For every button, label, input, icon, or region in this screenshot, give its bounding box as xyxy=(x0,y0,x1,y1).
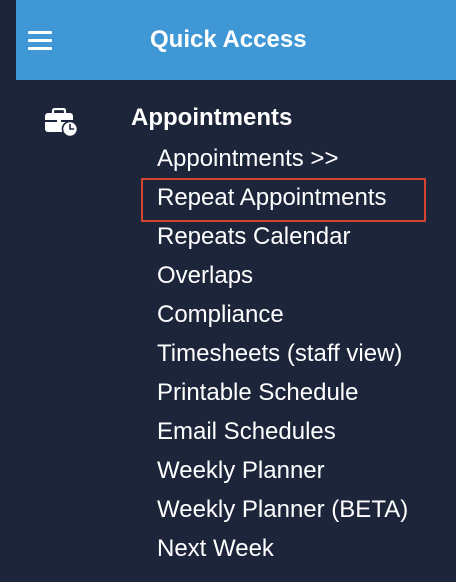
menu-item-printable-schedule[interactable]: Printable Schedule xyxy=(157,378,408,417)
menu-item-overlaps[interactable]: Overlaps xyxy=(157,261,408,300)
hamburger-menu-icon[interactable] xyxy=(28,31,52,51)
menu-item-email-schedules[interactable]: Email Schedules xyxy=(157,417,408,456)
menu-item-appointments[interactable]: Appointments >> xyxy=(157,144,408,183)
header-title: Quick Access xyxy=(150,26,307,53)
briefcase-clock-icon xyxy=(45,108,79,138)
menu-item-next-week[interactable]: Next Week xyxy=(157,534,408,573)
menu-item-compliance[interactable]: Compliance xyxy=(157,300,408,339)
quick-access-header: Quick Access xyxy=(16,0,456,80)
section-title-appointments: Appointments xyxy=(131,104,293,131)
menu-item-timesheets[interactable]: Timesheets (staff view) xyxy=(157,339,408,378)
quick-access-panel: Quick Access Appointments Appointments >… xyxy=(0,0,456,582)
menu-item-weekly-planner-beta[interactable]: Weekly Planner (BETA) xyxy=(157,495,408,534)
menu-item-weekly-planner[interactable]: Weekly Planner xyxy=(157,456,408,495)
menu-item-repeats-calendar[interactable]: Repeats Calendar xyxy=(157,222,408,261)
menu-item-repeat-appointments[interactable]: Repeat Appointments xyxy=(157,183,408,222)
appointments-submenu: Appointments >> Repeat Appointments Repe… xyxy=(157,144,408,573)
